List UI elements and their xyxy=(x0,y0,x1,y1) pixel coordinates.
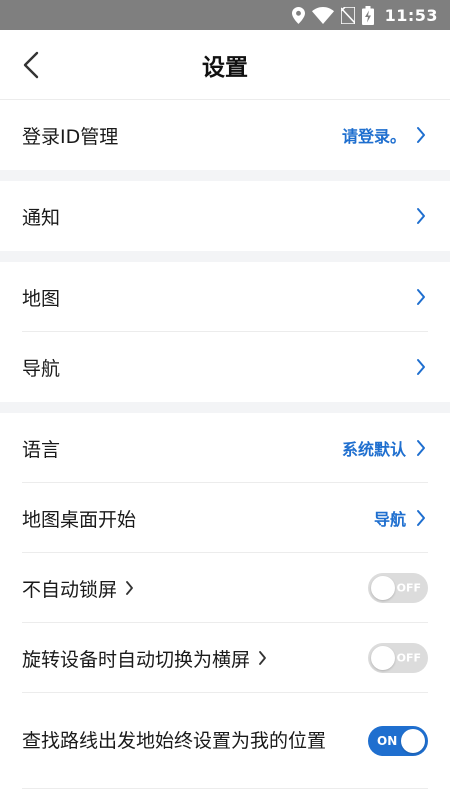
page-title: 设置 xyxy=(202,54,248,81)
chevron-right-icon xyxy=(414,438,428,458)
chevron-right-icon xyxy=(414,206,428,226)
chevron-right-icon[interactable] xyxy=(125,579,137,597)
language-value: 系统默认 xyxy=(341,440,406,459)
auto-landscape-toggle[interactable]: OFF xyxy=(368,643,428,673)
row-divider xyxy=(22,788,428,789)
row-label: 旋转设备时自动切换为横屏 xyxy=(22,648,251,671)
toggle-knob xyxy=(371,646,395,670)
row-label: 导航 xyxy=(22,357,61,380)
chevron-right-icon xyxy=(414,357,428,377)
chevron-right-icon xyxy=(414,508,428,528)
chevron-left-icon xyxy=(23,51,39,78)
back-button[interactable] xyxy=(18,49,44,81)
no-auto-lock-toggle[interactable]: OFF xyxy=(368,573,428,603)
chevron-right-icon[interactable] xyxy=(258,649,270,667)
settings-row-no-auto-lock: 不自动锁屏 OFF xyxy=(0,553,450,623)
status-time: 11:53 xyxy=(384,5,438,25)
location-icon xyxy=(291,6,305,24)
chevron-right-icon xyxy=(414,287,428,307)
settings-row-login[interactable]: 登录ID管理 请登录。 xyxy=(0,100,450,170)
battery-charging-icon xyxy=(361,5,374,25)
map-desktop-start-value: 导航 xyxy=(373,510,406,529)
app-bar: 设置 xyxy=(0,30,450,100)
row-label: 登录ID管理 xyxy=(22,125,119,148)
toggle-state-text: ON xyxy=(377,734,398,748)
toggle-knob xyxy=(401,729,425,753)
settings-row-map[interactable]: 地图 xyxy=(0,262,450,332)
settings-row-map-desktop-start[interactable]: 地图桌面开始 导航 xyxy=(0,483,450,553)
row-label-group: 不自动锁屏 xyxy=(22,575,368,602)
row-label: 查找路线出发地始终设置为我的位置 xyxy=(22,730,327,752)
settings-row-route-start-my-location: 查找路线出发地始终设置为我的位置 ON xyxy=(0,693,450,789)
settings-row-navigation[interactable]: 导航 xyxy=(0,332,450,402)
row-label: 语言 xyxy=(22,438,61,461)
settings-row-auto-landscape: 旋转设备时自动切换为横屏 OFF xyxy=(0,623,450,693)
settings-row-language[interactable]: 语言 系统默认 xyxy=(0,413,450,483)
login-status-value: 请登录。 xyxy=(341,127,406,146)
row-label: 不自动锁屏 xyxy=(22,578,118,601)
toggle-state-text: OFF xyxy=(396,581,421,595)
chevron-right-icon xyxy=(414,125,428,145)
settings-row-notifications[interactable]: 通知 xyxy=(0,181,450,251)
wifi-icon xyxy=(311,6,334,24)
toggle-knob xyxy=(371,576,395,600)
status-bar: 11:53 xyxy=(0,0,450,30)
section-gap xyxy=(0,170,450,181)
no-sim-icon xyxy=(340,6,355,24)
row-label-group: 旋转设备时自动切换为横屏 xyxy=(22,645,368,672)
section-gap xyxy=(0,251,450,262)
route-start-my-location-toggle[interactable]: ON xyxy=(368,726,428,756)
row-label: 地图 xyxy=(22,287,61,310)
section-gap xyxy=(0,402,450,413)
row-label: 通知 xyxy=(22,206,61,229)
row-label: 地图桌面开始 xyxy=(22,508,137,531)
toggle-state-text: OFF xyxy=(396,651,421,665)
